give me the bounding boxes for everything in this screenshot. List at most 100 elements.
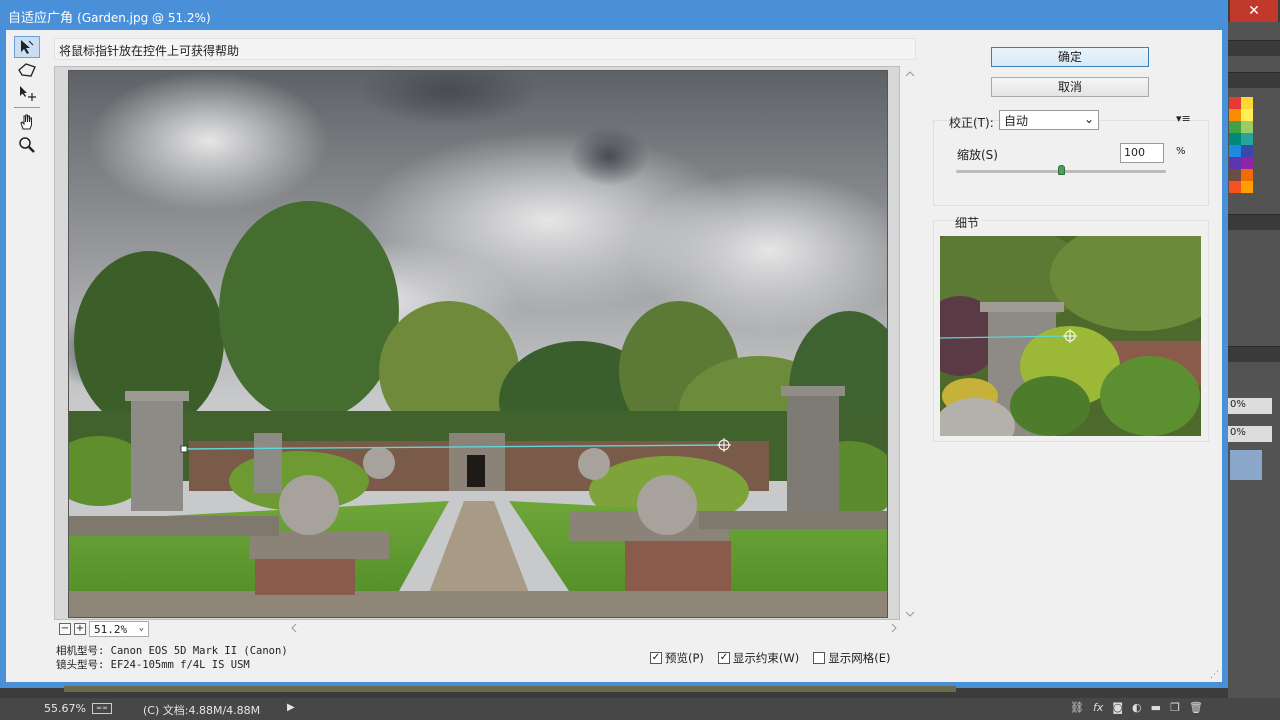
- folder-icon[interactable]: ▬: [1151, 701, 1161, 714]
- opacity-field[interactable]: 0%: [1228, 398, 1272, 414]
- fx-icon[interactable]: fx: [1093, 701, 1103, 714]
- color-swatch[interactable]: [1241, 169, 1253, 181]
- color-swatch[interactable]: [1241, 157, 1253, 169]
- zoom-level-value: 51.2%: [94, 623, 128, 636]
- correction-select-value: 自动: [1004, 114, 1029, 128]
- ps-panel-header: [1228, 72, 1280, 88]
- show-grid-checkbox-box[interactable]: [813, 652, 826, 664]
- move-tool[interactable]: [14, 82, 40, 104]
- dialog-title-text: 自适应广角: [8, 11, 74, 26]
- color-swatch[interactable]: [1229, 157, 1241, 169]
- color-swatch[interactable]: [1229, 169, 1241, 181]
- ok-button[interactable]: 确定: [991, 47, 1149, 67]
- preview-vertical-scrollbar[interactable]: [902, 66, 918, 620]
- constraint-tool[interactable]: [14, 36, 40, 58]
- scale-label: 缩放(S): [957, 148, 998, 162]
- color-swatch[interactable]: [1241, 145, 1253, 157]
- swatches-panel: [1229, 97, 1253, 193]
- zoom-in-button[interactable]: +: [74, 623, 86, 635]
- tool-palette: [14, 36, 44, 157]
- mask-icon[interactable]: ◙: [1112, 701, 1123, 714]
- layers-panel-footer: ⛓ fx ◙ ◐ ▬ ❐ 🗑: [1070, 701, 1203, 714]
- color-swatch[interactable]: [1241, 181, 1253, 193]
- show-constraints-checkbox-box[interactable]: ✓: [717, 652, 730, 664]
- ps-panel-header: [1228, 214, 1280, 230]
- correction-select[interactable]: 自动 ⌄: [999, 110, 1099, 130]
- adjustment-icon[interactable]: ◐: [1132, 701, 1142, 714]
- correction-label: 校正(T):: [949, 116, 994, 130]
- hand-icon: [20, 114, 32, 130]
- display-options: ✓ 预览(P) ✓ 显示约束(W) 显示网格(E): [650, 650, 891, 666]
- zoom-controls: − + 51.2% ⌄: [59, 621, 149, 637]
- status-menu-arrow-icon[interactable]: ▶: [287, 702, 295, 713]
- zoom-level-field[interactable]: 51.2% ⌄: [89, 621, 149, 637]
- scroll-down-icon: [905, 611, 915, 617]
- preview-checkbox[interactable]: ✓ 预览(P): [650, 650, 704, 666]
- dialog-client-area: 将鼠标指针放在控件上可获得帮助 − + 51.2% ⌄ 相机型号: Canon …: [6, 30, 1222, 682]
- chevron-down-icon: ⌄: [138, 623, 144, 633]
- correction-panel: [933, 120, 1209, 206]
- color-swatch[interactable]: [1241, 109, 1253, 121]
- dialog-titlebar[interactable]: 自适应广角 (Garden.jpg @ 51.2%): [0, 0, 1228, 30]
- new-layer-icon[interactable]: ❐: [1170, 701, 1180, 714]
- scroll-right-icon: [891, 623, 897, 633]
- color-swatch[interactable]: [1229, 181, 1241, 193]
- resize-grip[interactable]: ⋰: [1210, 670, 1219, 680]
- preview-checkbox-box[interactable]: ✓: [650, 652, 662, 664]
- show-grid-checkbox-label: 显示网格(E): [828, 651, 891, 665]
- detail-label: 细节: [953, 214, 982, 231]
- preview-checkbox-label: 预览(P): [665, 651, 704, 665]
- ps-panel-header: [1228, 346, 1280, 362]
- zoom-tool[interactable]: [14, 134, 40, 156]
- chevron-down-icon: ⌄: [1083, 112, 1094, 126]
- scale-unit: %: [1176, 146, 1186, 157]
- move-icon: [20, 86, 36, 101]
- dialog-title: 自适应广角 (Garden.jpg @ 51.2%): [8, 7, 211, 26]
- preview-horizontal-scrollbar[interactable]: [288, 621, 900, 635]
- scroll-left-icon: [291, 623, 297, 633]
- trash-icon[interactable]: 🗑: [1189, 701, 1203, 714]
- color-swatch[interactable]: [1229, 121, 1241, 133]
- tool-separator: [14, 107, 40, 108]
- color-swatch[interactable]: [1229, 145, 1241, 157]
- color-swatch[interactable]: [1229, 109, 1241, 121]
- preview-area[interactable]: [54, 66, 900, 620]
- show-constraints-checkbox[interactable]: ✓ 显示约束(W): [717, 650, 800, 666]
- scale-input[interactable]: 100: [1120, 143, 1164, 163]
- dialog-file-info: (Garden.jpg @ 51.2%): [77, 11, 211, 25]
- garden-photo: [69, 71, 887, 617]
- close-button[interactable]: ✕: [1230, 0, 1278, 22]
- status-zoom[interactable]: 55.67%: [44, 702, 86, 715]
- scroll-up-icon: [905, 71, 915, 77]
- adaptive-wide-angle-dialog: 自适应广角 (Garden.jpg @ 51.2%) 将鼠标指针放在控件上可获得: [0, 0, 1228, 688]
- hand-tool[interactable]: [14, 111, 40, 133]
- color-swatch[interactable]: [1229, 97, 1241, 109]
- camera-model: 相机型号: Canon EOS 5D Mark II (Canon): [56, 645, 288, 657]
- panel-menu-icon[interactable]: ▾≡: [1176, 112, 1191, 125]
- scale-slider-thumb[interactable]: [1058, 165, 1065, 175]
- detail-loupe-preview: [940, 236, 1201, 436]
- fill-field[interactable]: 0%: [1228, 426, 1272, 442]
- color-swatch[interactable]: [1241, 97, 1253, 109]
- garden-photo-preview[interactable]: [68, 70, 888, 618]
- color-swatch[interactable]: [1241, 121, 1253, 133]
- gpu-icon: ∞∞: [92, 703, 112, 714]
- magnifier-icon: [19, 137, 35, 153]
- help-hint-bar: 将鼠标指针放在控件上可获得帮助: [54, 38, 916, 60]
- detail-zoomed-image: [940, 236, 1201, 436]
- show-constraints-checkbox-label: 显示约束(W): [732, 651, 800, 665]
- color-swatch[interactable]: [1241, 133, 1253, 145]
- camera-info: 相机型号: Canon EOS 5D Mark II (Canon) 镜头型号:…: [56, 644, 288, 672]
- polygon-icon: [18, 63, 36, 77]
- show-grid-checkbox[interactable]: 显示网格(E): [813, 650, 891, 666]
- ps-panel-header: [1228, 40, 1280, 56]
- status-document-size: (C) 文档:4.88M/4.88M: [143, 704, 261, 717]
- link-icon[interactable]: ⛓: [1070, 701, 1084, 714]
- selected-layer-highlight[interactable]: [1230, 450, 1262, 480]
- lens-model: 镜头型号: EF24-105mm f/4L IS USM: [56, 659, 250, 671]
- arrow-pointer-icon: [21, 40, 34, 54]
- color-swatch[interactable]: [1229, 133, 1241, 145]
- zoom-out-button[interactable]: −: [59, 623, 71, 635]
- cancel-button[interactable]: 取消: [991, 77, 1149, 97]
- polygon-constraint-tool[interactable]: [14, 59, 40, 81]
